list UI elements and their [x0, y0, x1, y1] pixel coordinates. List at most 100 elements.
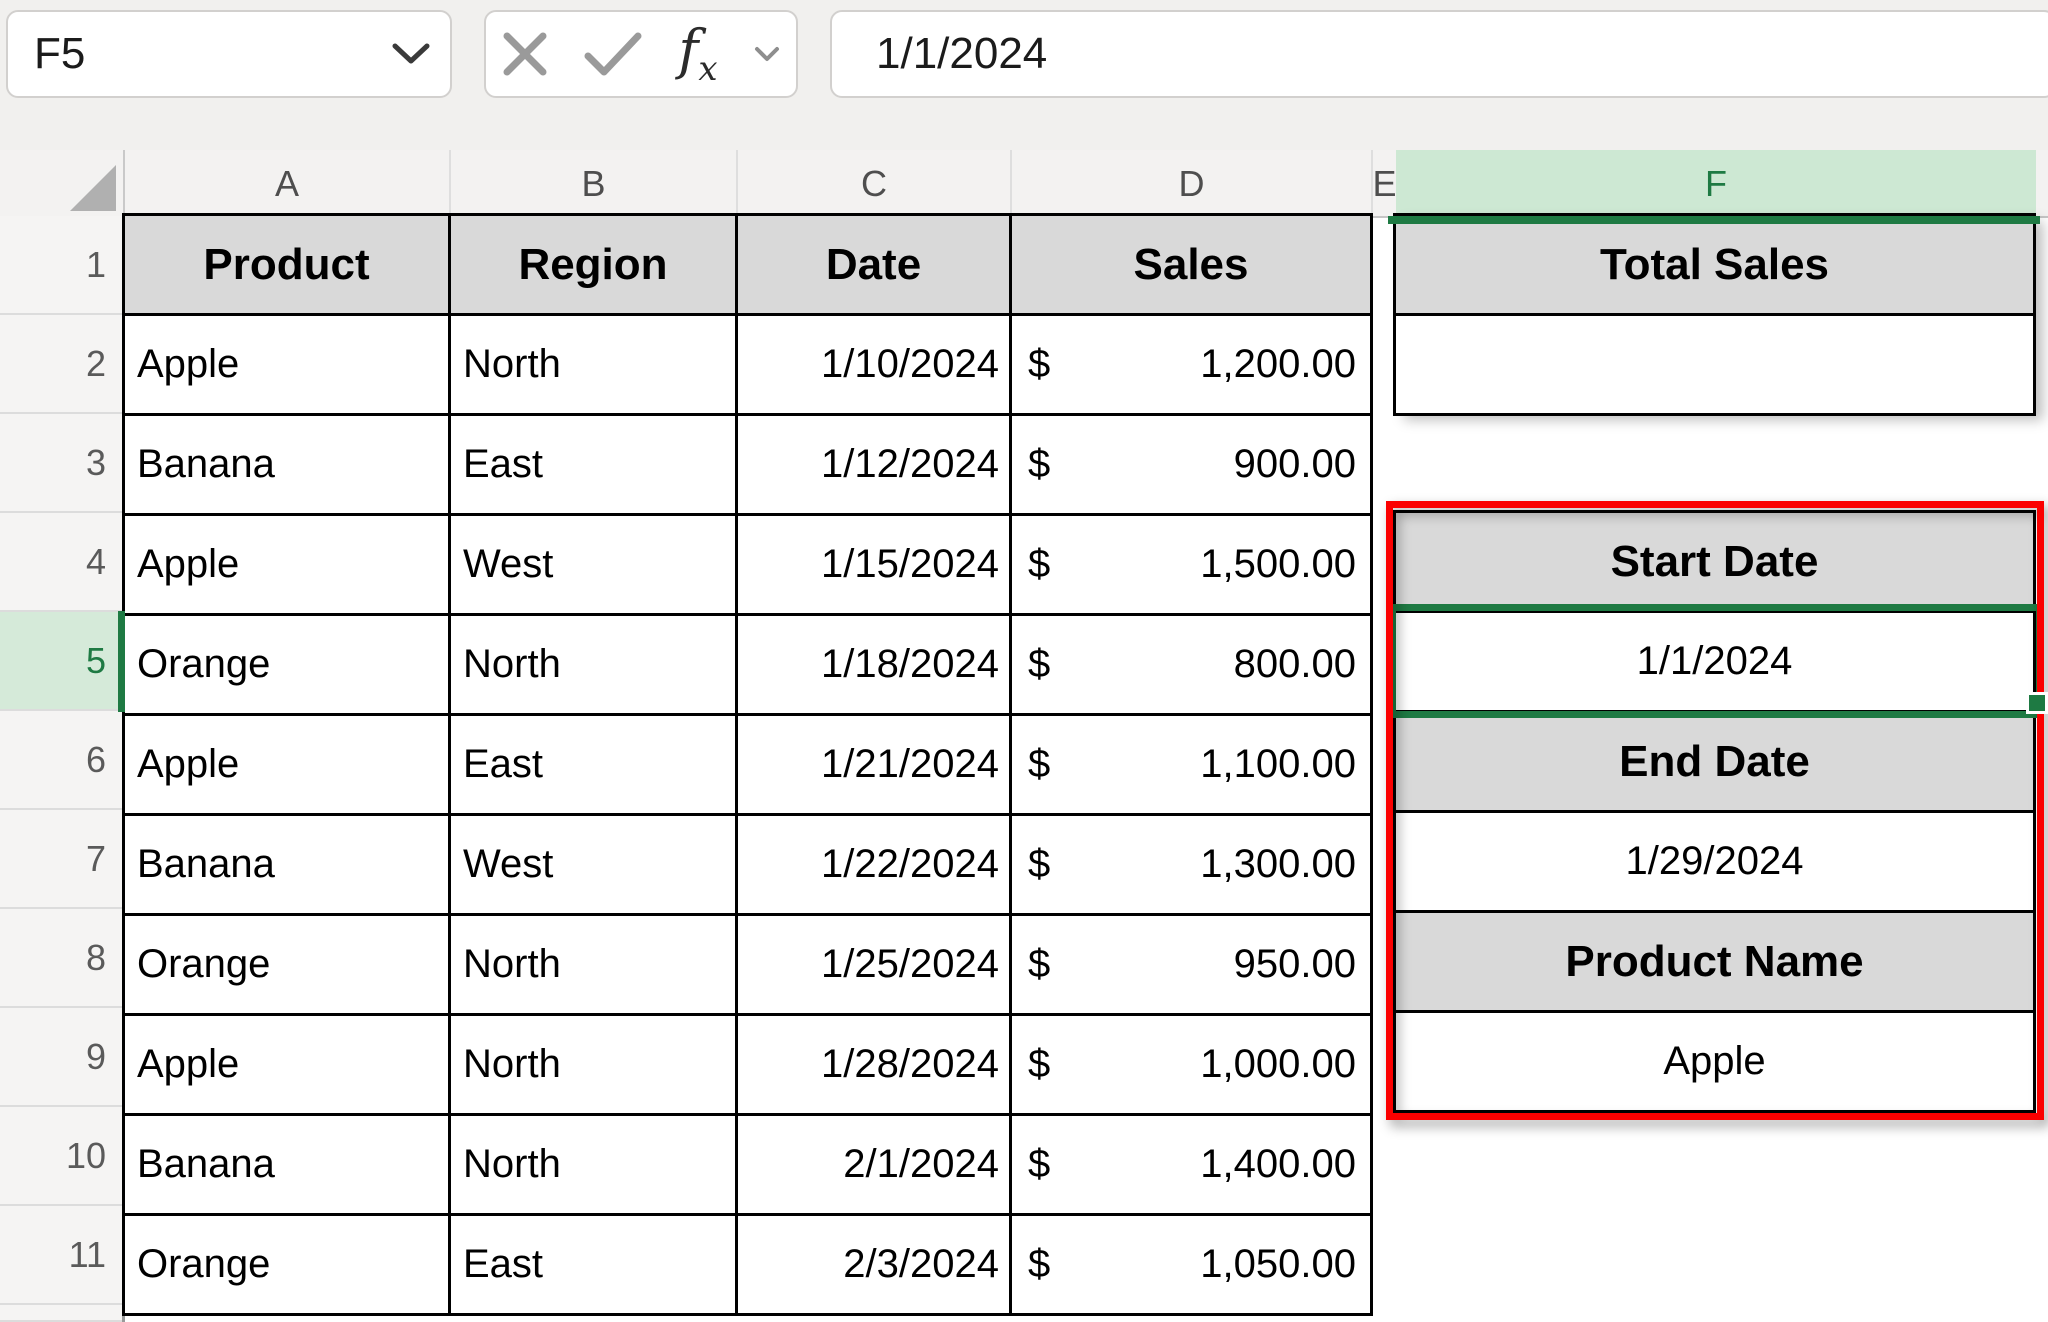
- cell-C5[interactable]: 1/18/2024: [738, 616, 1012, 716]
- column-header-d[interactable]: D: [1012, 150, 1373, 218]
- sales-amount: 950.00: [1234, 942, 1356, 987]
- cell-D9[interactable]: $1,000.00: [1012, 1016, 1373, 1116]
- name-box-dropdown-icon[interactable]: [392, 43, 430, 65]
- currency-symbol: $: [1028, 542, 1050, 587]
- enter-icon[interactable]: [584, 32, 642, 76]
- column-header-e[interactable]: E: [1373, 150, 1396, 218]
- cell-D5[interactable]: $800.00: [1012, 616, 1373, 716]
- cell-D8[interactable]: $950.00: [1012, 916, 1373, 1016]
- cell-D1-sales-header[interactable]: Sales: [1012, 216, 1373, 316]
- row-header-9[interactable]: 9: [0, 1008, 122, 1107]
- name-box-value: F5: [8, 29, 392, 79]
- row-header-10[interactable]: 10: [0, 1107, 122, 1206]
- sales-amount: 1,000.00: [1200, 1042, 1356, 1087]
- cell-A9[interactable]: Apple: [125, 1016, 451, 1116]
- cell-D3[interactable]: $900.00: [1012, 416, 1373, 516]
- cell-B7[interactable]: West: [451, 816, 738, 916]
- currency-symbol: $: [1028, 1242, 1050, 1287]
- formula-bar[interactable]: 1/1/2024: [830, 10, 2048, 98]
- cell-B9[interactable]: North: [451, 1016, 738, 1116]
- column-header-b[interactable]: B: [451, 150, 738, 218]
- cell-D11[interactable]: $1,050.00: [1012, 1216, 1373, 1316]
- cell-A4[interactable]: Apple: [125, 516, 451, 616]
- row-header-3[interactable]: 3: [0, 414, 122, 513]
- spreadsheet-app: F5 fx 1/1/2024 A B C: [0, 0, 2048, 1322]
- row-header-1[interactable]: 1: [0, 216, 122, 315]
- cell-A2[interactable]: Apple: [125, 316, 451, 416]
- cell-D10[interactable]: $1,400.00: [1012, 1116, 1373, 1216]
- cell-C6[interactable]: 1/21/2024: [738, 716, 1012, 816]
- cell-C2[interactable]: 1/10/2024: [738, 316, 1012, 416]
- sales-amount: 900.00: [1234, 442, 1356, 487]
- column-header-c[interactable]: C: [738, 150, 1012, 218]
- selected-column-underline: [1388, 216, 2040, 224]
- cell-A3[interactable]: Banana: [125, 416, 451, 516]
- cell-F2-total-sales-value[interactable]: [1396, 316, 2036, 416]
- cell-A5[interactable]: Orange: [125, 616, 451, 716]
- cell-A1-product-header[interactable]: Product: [125, 216, 451, 316]
- cell-A7[interactable]: Banana: [125, 816, 451, 916]
- currency-symbol: $: [1028, 942, 1050, 987]
- column-header-strip: A B C D E F: [0, 150, 2048, 218]
- formula-toolbar: F5 fx 1/1/2024: [0, 0, 2048, 150]
- row-header-6[interactable]: 6: [0, 711, 122, 810]
- sales-amount: 1,200.00: [1200, 342, 1356, 387]
- row-header-5-selected[interactable]: 5: [0, 612, 122, 711]
- row-header-12-partial: [0, 1305, 122, 1322]
- cell-C4[interactable]: 1/15/2024: [738, 516, 1012, 616]
- sales-amount: 1,050.00: [1200, 1242, 1356, 1287]
- currency-symbol: $: [1028, 842, 1050, 887]
- cell-D2[interactable]: $1,200.00: [1012, 316, 1373, 416]
- row-header-7[interactable]: 7: [0, 810, 122, 909]
- cell-B1-region-header[interactable]: Region: [451, 216, 738, 316]
- row-header-4[interactable]: 4: [0, 513, 122, 612]
- cell-C11[interactable]: 2/3/2024: [738, 1216, 1012, 1316]
- cell-A6[interactable]: Apple: [125, 716, 451, 816]
- currency-symbol: $: [1028, 642, 1050, 687]
- sales-amount: 1,100.00: [1200, 742, 1356, 787]
- sales-amount: 1,300.00: [1200, 842, 1356, 887]
- cell-D6[interactable]: $1,100.00: [1012, 716, 1373, 816]
- cell-A10[interactable]: Banana: [125, 1116, 451, 1216]
- row-header-11[interactable]: 11: [0, 1206, 122, 1305]
- formula-buttons: fx: [484, 10, 798, 98]
- cell-B8[interactable]: North: [451, 916, 738, 1016]
- fx-dropdown-icon[interactable]: [754, 46, 780, 62]
- row-header-8[interactable]: 8: [0, 909, 122, 1008]
- cell-B2[interactable]: North: [451, 316, 738, 416]
- currency-symbol: $: [1028, 742, 1050, 787]
- cell-A8[interactable]: Orange: [125, 916, 451, 1016]
- cell-C8[interactable]: 1/25/2024: [738, 916, 1012, 1016]
- cell-B4[interactable]: West: [451, 516, 738, 616]
- cell-D7[interactable]: $1,300.00: [1012, 816, 1373, 916]
- cell-B10[interactable]: North: [451, 1116, 738, 1216]
- formula-bar-value: 1/1/2024: [832, 29, 1047, 79]
- sales-amount: 1,500.00: [1200, 542, 1356, 587]
- currency-symbol: $: [1028, 1142, 1050, 1187]
- row-header-2[interactable]: 2: [0, 315, 122, 414]
- cell-F1-total-sales-header[interactable]: Total Sales: [1396, 216, 2036, 316]
- cell-B5[interactable]: North: [451, 616, 738, 716]
- name-box[interactable]: F5: [6, 10, 452, 98]
- cell-B3[interactable]: East: [451, 416, 738, 516]
- cell-D4[interactable]: $1,500.00: [1012, 516, 1373, 616]
- column-header-a[interactable]: A: [125, 150, 451, 218]
- cancel-icon[interactable]: [502, 31, 548, 77]
- column-header-f-selected[interactable]: F: [1396, 150, 2036, 218]
- select-all-corner[interactable]: [0, 150, 125, 218]
- currency-symbol: $: [1028, 342, 1050, 387]
- cell-A11[interactable]: Orange: [125, 1216, 451, 1316]
- cell-C7[interactable]: 1/22/2024: [738, 816, 1012, 916]
- cell-C9[interactable]: 1/28/2024: [738, 1016, 1012, 1116]
- sales-amount: 800.00: [1234, 642, 1356, 687]
- fill-handle[interactable]: [2026, 692, 2048, 714]
- sales-amount: 1,400.00: [1200, 1142, 1356, 1187]
- cell-C3[interactable]: 1/12/2024: [738, 416, 1012, 516]
- cell-C10[interactable]: 2/1/2024: [738, 1116, 1012, 1216]
- cell-B6[interactable]: East: [451, 716, 738, 816]
- select-all-triangle-icon: [70, 165, 116, 211]
- cell-C1-date-header[interactable]: Date: [738, 216, 1012, 316]
- insert-function-icon[interactable]: fx: [678, 23, 717, 86]
- cell-B11[interactable]: East: [451, 1216, 738, 1316]
- row-header-strip: 1 2 3 4 5 6 7 8 9 10 11: [0, 216, 125, 1322]
